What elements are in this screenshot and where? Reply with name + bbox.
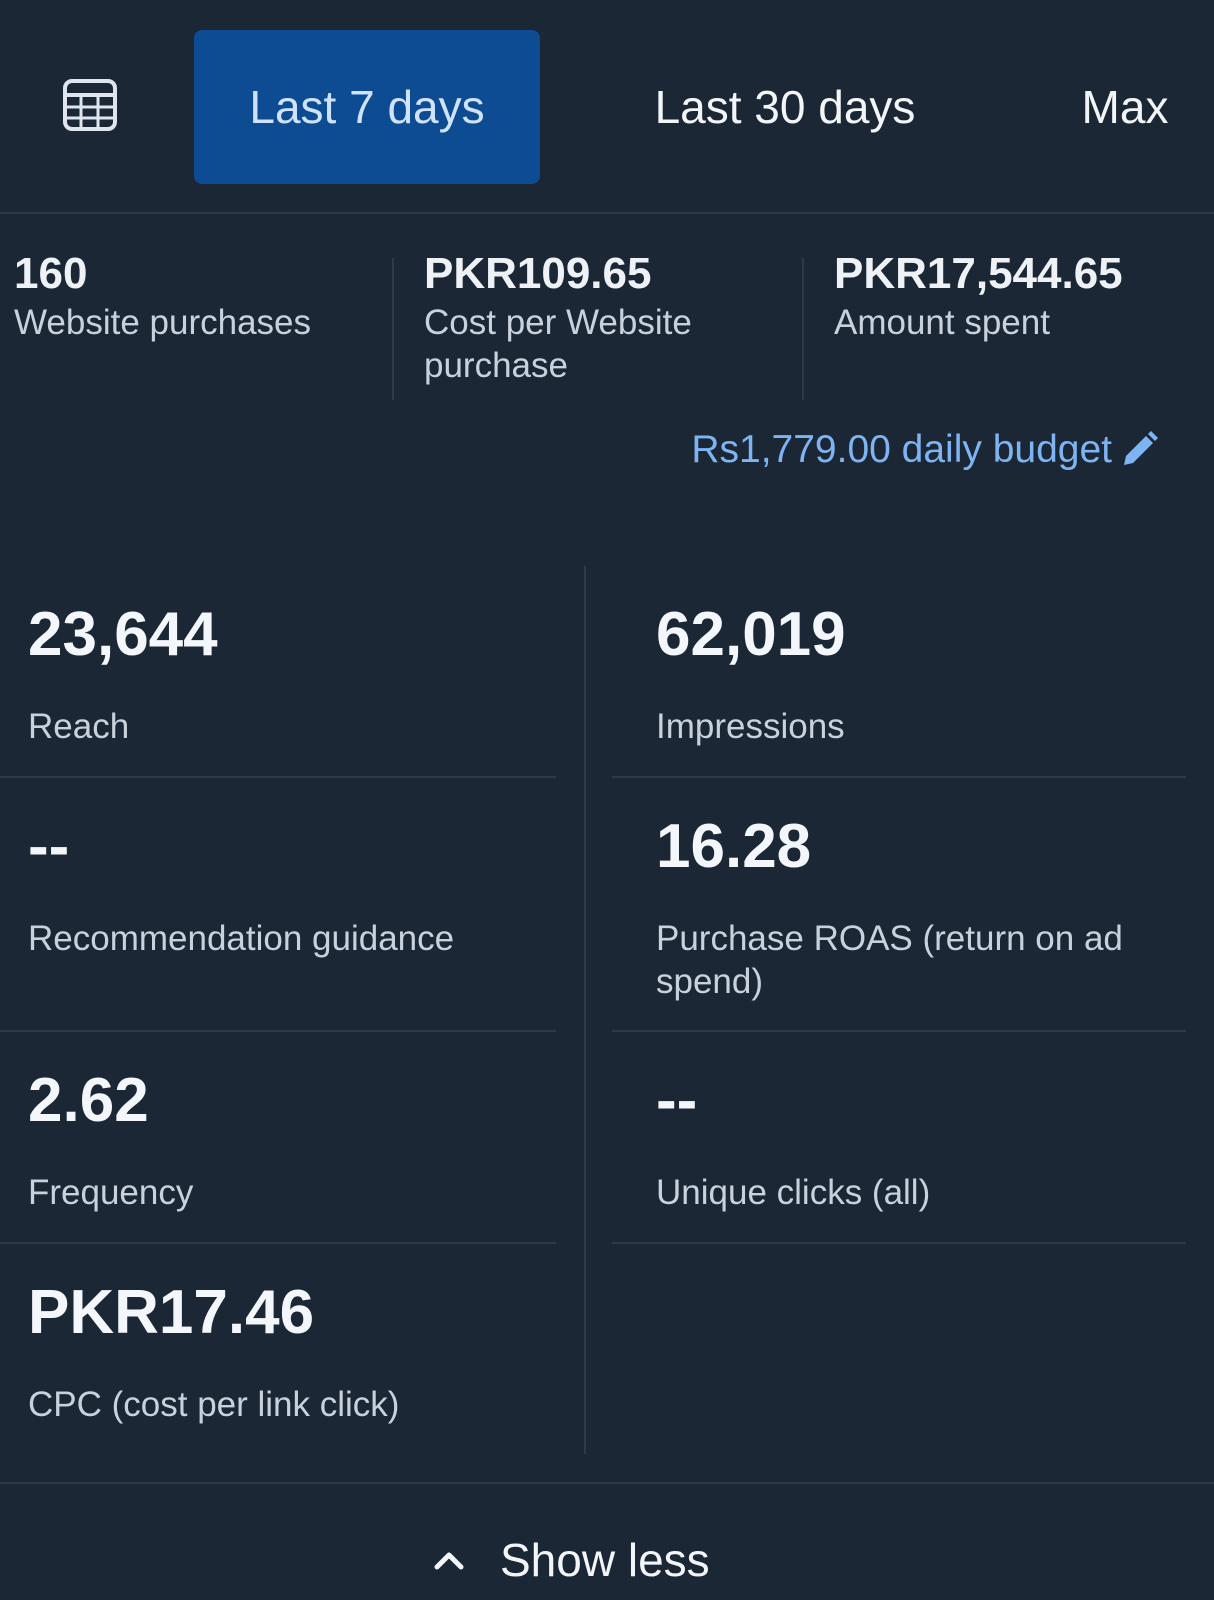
- summary-label: Website purchases: [14, 303, 312, 343]
- calendar-icon: [63, 79, 117, 131]
- metric-purchase-roas: 16.28 Purchase ROAS (return on ad spend): [656, 816, 1176, 1003]
- tab-max[interactable]: Max: [1050, 30, 1200, 184]
- metric-unique-clicks: -- Unique clicks (all): [656, 1070, 1176, 1215]
- summary-value: PKR17,544.65: [834, 249, 1123, 298]
- metric-value: --: [28, 812, 70, 881]
- metric-recommendation-guidance: -- Recommendation guidance: [28, 816, 556, 961]
- metric-label: Recommendation guidance: [28, 919, 455, 958]
- row-divider: [612, 1242, 1186, 1244]
- metric-value: 62,019: [656, 600, 846, 669]
- metric-label: Purchase ROAS (return on ad spend): [656, 919, 1123, 1001]
- daily-budget-link[interactable]: Rs1,779.00 daily budget: [691, 428, 1160, 472]
- summary-amount-spent: PKR17,544.65 Amount spent: [834, 249, 1204, 400]
- daily-budget-label: Rs1,779.00 daily budget: [691, 428, 1112, 471]
- metric-cpc: PKR17.46 CPC (cost per link click): [28, 1282, 556, 1427]
- show-less-label: Show less: [500, 1534, 710, 1586]
- metric-reach: 23,644 Reach: [28, 604, 556, 749]
- summary-row: 160 Website purchases PKR109.65 Cost per…: [0, 249, 1214, 410]
- row-divider: [0, 776, 556, 778]
- summary-website-purchases: 160 Website purchases: [14, 249, 374, 400]
- footer-divider: [0, 1482, 1214, 1484]
- metric-value: 23,644: [28, 600, 218, 669]
- metric-value: 2.62: [28, 1066, 149, 1135]
- metric-frequency: 2.62 Frequency: [28, 1070, 556, 1215]
- summary-label: Cost per Website purchase: [424, 303, 692, 386]
- row-divider: [0, 1242, 556, 1244]
- metric-value: --: [656, 1066, 698, 1135]
- summary-label: Amount spent: [834, 303, 1050, 343]
- summary-value: PKR109.65: [424, 249, 652, 298]
- metric-label: Frequency: [28, 1173, 194, 1212]
- metric-impressions: 62,019 Impressions: [656, 604, 1176, 749]
- summary-cost-per-purchase: PKR109.65 Cost per Website purchase: [424, 249, 784, 400]
- metric-label: Impressions: [656, 707, 845, 746]
- summary-value: 160: [14, 249, 88, 298]
- tab-last-30-days[interactable]: Last 30 days: [600, 30, 970, 184]
- show-less-button[interactable]: Show less: [434, 1528, 710, 1592]
- summary-divider: [802, 258, 804, 400]
- summary-divider: [392, 258, 394, 400]
- metric-label: Unique clicks (all): [656, 1173, 931, 1212]
- metrics-column-divider: [584, 566, 586, 1454]
- row-divider: [0, 1030, 556, 1032]
- row-divider: [612, 776, 1186, 778]
- calendar-button[interactable]: [40, 50, 140, 160]
- row-divider: [612, 1030, 1186, 1032]
- date-range-bar: Last 7 days Last 30 days Max: [0, 0, 1214, 214]
- metric-label: CPC (cost per link click): [28, 1385, 400, 1424]
- metric-label: Reach: [28, 707, 130, 746]
- metric-value: PKR17.46: [28, 1278, 315, 1347]
- chevron-up-icon: [434, 1550, 464, 1570]
- metric-value: 16.28: [656, 812, 812, 881]
- pencil-icon: [1118, 429, 1160, 471]
- tab-last-7-days[interactable]: Last 7 days: [194, 30, 540, 184]
